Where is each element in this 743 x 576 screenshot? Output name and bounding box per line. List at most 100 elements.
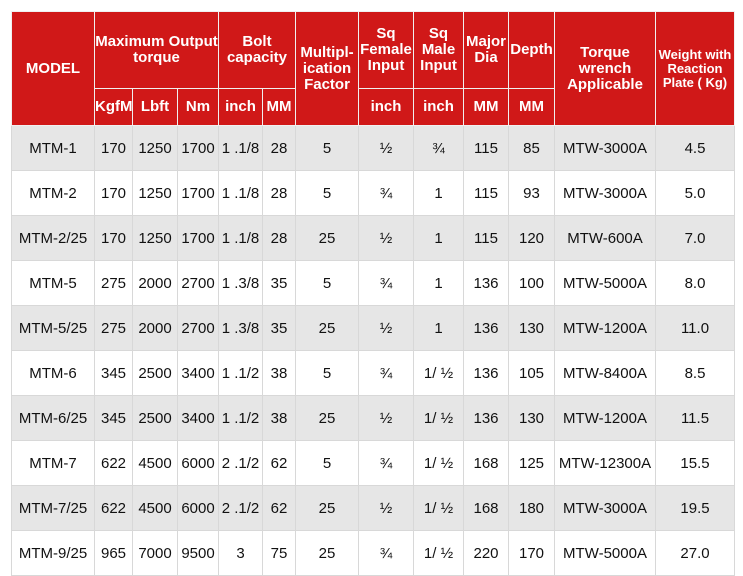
header-torque-wrench: Torque wrench Applicable [554, 11, 656, 126]
torque-nm-cell: 2700 [177, 260, 219, 306]
female-input-cell: ½ [358, 485, 414, 531]
torque-wrench-cell: MTW-1200A [554, 395, 656, 441]
male-input-cell: 1/ ½ [413, 440, 464, 486]
model-cell: MTM-5/25 [11, 305, 95, 351]
torque-lbft-cell: 1250 [132, 170, 178, 216]
torque-lbft-cell: 2500 [132, 395, 178, 441]
spec-table-container: MODEL Maximum Output torque Bolt capacit… [11, 11, 735, 576]
male-input-cell: 1 [413, 260, 464, 306]
depth-cell: 100 [508, 260, 555, 306]
torque-wrench-cell: MTW-600A [554, 215, 656, 261]
table-row: MTM-5/25 275 2000 2700 1 .3/8 35 25 ½ 1 136 130 MTW… [11, 305, 735, 351]
torque-nm-cell: 1700 [177, 215, 219, 261]
torque-kgfm-cell: 345 [94, 350, 133, 396]
header-sq-male-input: Sq Male Input [413, 11, 464, 89]
torque-nm-cell: 6000 [177, 440, 219, 486]
torque-nm-cell: 6000 [177, 485, 219, 531]
torque-lbft-cell: 4500 [132, 485, 178, 531]
major-dia-cell: 136 [463, 395, 509, 441]
male-input-cell: 1 [413, 170, 464, 216]
torque-kgfm-cell: 170 [94, 170, 133, 216]
table-row: MTM-2 170 1250 1700 1 .1/8 28 5 ¾ 1 115 93 MTW-3000… [11, 170, 735, 216]
weight-cell: 8.5 [655, 350, 735, 396]
bolt-inch-cell: 2 .1/2 [218, 485, 263, 531]
bolt-mm-cell: 62 [262, 440, 296, 486]
model-cell: MTM-2 [11, 170, 95, 216]
table-row: MTM-2/25 170 1250 1700 1 .1/8 28 25 ½ 1 115 120 MTW… [11, 215, 735, 261]
bolt-inch-cell: 3 [218, 530, 263, 576]
header-multiplication-factor: Multipl-ication Factor [295, 11, 359, 126]
table-row: MTM-5 275 2000 2700 1 .3/8 35 5 ¾ 1 136 100 MTW-500… [11, 260, 735, 306]
depth-cell: 130 [508, 305, 555, 351]
weight-cell: 11.0 [655, 305, 735, 351]
major-dia-cell: 136 [463, 305, 509, 351]
model-cell: MTM-7/25 [11, 485, 95, 531]
female-input-cell: ½ [358, 215, 414, 261]
weight-cell: 8.0 [655, 260, 735, 306]
depth-cell: 130 [508, 395, 555, 441]
torque-kgfm-cell: 622 [94, 485, 133, 531]
table-row: MTM-6 345 2500 3400 1 .1/2 38 5 ¾ 1/ ½ 136 105 MTW-… [11, 350, 735, 396]
torque-lbft-cell: 7000 [132, 530, 178, 576]
depth-cell: 120 [508, 215, 555, 261]
bolt-inch-cell: 1 .1/8 [218, 125, 263, 171]
table-body: MTM-1 170 1250 1700 1 .1/8 28 5 ½ ¾ 115 85 MTW-3000… [11, 125, 735, 576]
header-model: MODEL [11, 11, 95, 126]
female-input-cell: ¾ [358, 260, 414, 306]
factor-cell: 25 [295, 530, 359, 576]
model-cell: MTM-2/25 [11, 215, 95, 261]
major-dia-cell: 115 [463, 215, 509, 261]
male-input-cell: ¾ [413, 125, 464, 171]
bolt-inch-cell: 1 .1/2 [218, 350, 263, 396]
unit-bolt-mm: MM [262, 88, 296, 126]
unit-bolt-inch: inch [218, 88, 263, 126]
bolt-inch-cell: 1 .3/8 [218, 260, 263, 306]
male-input-cell: 1/ ½ [413, 350, 464, 396]
factor-cell: 5 [295, 440, 359, 486]
female-input-cell: ½ [358, 125, 414, 171]
model-cell: MTM-6 [11, 350, 95, 396]
depth-cell: 85 [508, 125, 555, 171]
major-dia-cell: 136 [463, 260, 509, 306]
table-row: MTM-6/25 345 2500 3400 1 .1/2 38 25 ½ 1/ ½ 136 130… [11, 395, 735, 441]
model-cell: MTM-7 [11, 440, 95, 486]
torque-multiplier-spec-table: MODEL Maximum Output torque Bolt capacit… [11, 11, 735, 576]
weight-cell: 4.5 [655, 125, 735, 171]
weight-cell: 7.0 [655, 215, 735, 261]
torque-wrench-cell: MTW-8400A [554, 350, 656, 396]
torque-nm-cell: 1700 [177, 170, 219, 216]
factor-cell: 25 [295, 215, 359, 261]
bolt-inch-cell: 2 .1/2 [218, 440, 263, 486]
model-cell: MTM-6/25 [11, 395, 95, 441]
header-depth: Depth [508, 11, 555, 89]
weight-cell: 19.5 [655, 485, 735, 531]
unit-male-inch: inch [413, 88, 464, 126]
torque-lbft-cell: 2000 [132, 305, 178, 351]
male-input-cell: 1/ ½ [413, 395, 464, 441]
bolt-inch-cell: 1 .1/8 [218, 170, 263, 216]
torque-nm-cell: 9500 [177, 530, 219, 576]
unit-kgfm: KgfM [94, 88, 133, 126]
torque-lbft-cell: 2000 [132, 260, 178, 306]
bolt-mm-cell: 28 [262, 215, 296, 261]
female-input-cell: ½ [358, 395, 414, 441]
bolt-mm-cell: 35 [262, 260, 296, 306]
female-input-cell: ½ [358, 305, 414, 351]
torque-kgfm-cell: 622 [94, 440, 133, 486]
depth-cell: 170 [508, 530, 555, 576]
model-cell: MTM-5 [11, 260, 95, 306]
factor-cell: 5 [295, 125, 359, 171]
weight-cell: 27.0 [655, 530, 735, 576]
unit-female-inch: inch [358, 88, 414, 126]
major-dia-cell: 115 [463, 125, 509, 171]
factor-cell: 5 [295, 350, 359, 396]
header-sq-female-input: Sq Female Input [358, 11, 414, 89]
torque-nm-cell: 3400 [177, 395, 219, 441]
torque-nm-cell: 3400 [177, 350, 219, 396]
table-row: MTM-9/25 965 7000 9500 3 75 25 ¾ 1/ ½ 220 170 MTW-5… [11, 530, 735, 576]
bolt-mm-cell: 62 [262, 485, 296, 531]
torque-nm-cell: 1700 [177, 125, 219, 171]
depth-cell: 180 [508, 485, 555, 531]
unit-depth-mm: MM [508, 88, 555, 126]
header-weight: Weight with Reaction Plate ( Kg) [655, 11, 735, 126]
